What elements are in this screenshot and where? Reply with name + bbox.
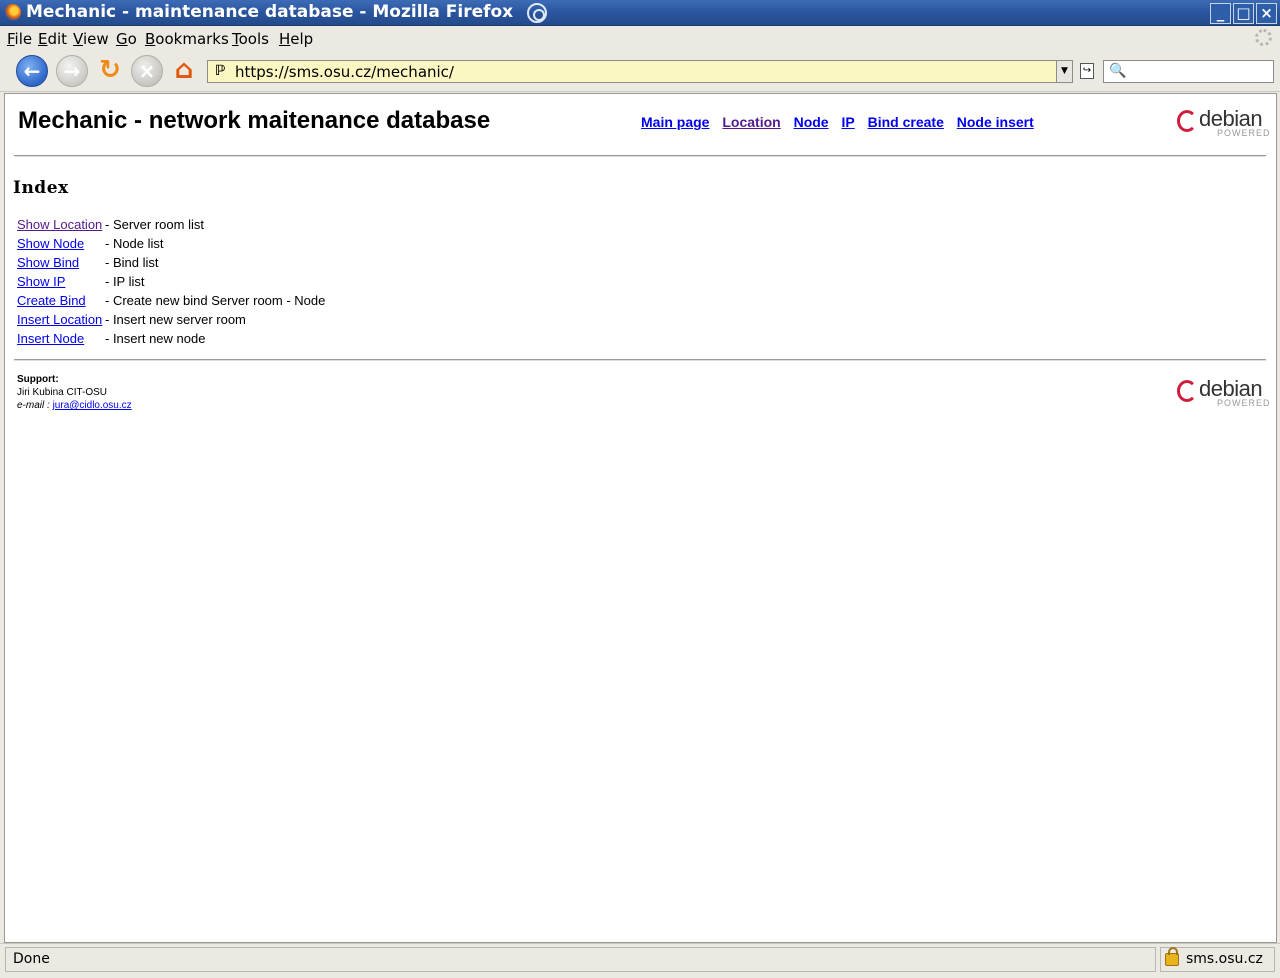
insert-location-link[interactable]: Insert Location xyxy=(17,312,102,327)
create-bind-link[interactable]: Create Bind xyxy=(17,293,86,308)
menu-edit[interactable]: Edit xyxy=(38,30,67,48)
go-button[interactable]: ↪ xyxy=(1080,63,1094,79)
url-history-dropdown-icon[interactable]: ▼ xyxy=(1056,61,1072,82)
link-description: - Node list xyxy=(105,236,164,251)
support-label: Support: xyxy=(17,374,59,385)
nav-main-page[interactable]: Main page xyxy=(641,114,709,130)
link-description: - Create new bind Server room - Node xyxy=(105,293,326,308)
menu-view[interactable]: View xyxy=(73,30,109,48)
show-node-link[interactable]: Show Node xyxy=(17,236,84,251)
nav-node-insert[interactable]: Node insert xyxy=(957,114,1034,130)
show-location-link[interactable]: Show Location xyxy=(17,217,102,232)
home-icon[interactable]: ⌂ xyxy=(168,55,200,87)
support-email-link[interactable]: jura@cidlo.osu.cz xyxy=(53,400,132,411)
nav-ip[interactable]: IP xyxy=(841,114,854,130)
menu-help[interactable]: Help xyxy=(279,30,313,48)
link-description: - Server room list xyxy=(105,217,204,232)
menu-tools[interactable]: Tools xyxy=(232,30,269,48)
top-navigation: Main page Location Node IP Bind create N… xyxy=(641,114,1043,130)
secure-host: sms.osu.cz xyxy=(1186,951,1263,967)
show-ip-link[interactable]: Show IP xyxy=(17,274,65,289)
close-button[interactable]: × xyxy=(1256,3,1277,24)
sticky-window-icon[interactable] xyxy=(527,3,547,23)
menu-go[interactable]: Go xyxy=(116,30,137,48)
search-input[interactable] xyxy=(1132,62,1270,81)
window-title: Mechanic - maintenance database - Mozill… xyxy=(26,2,514,22)
insert-node-link[interactable]: Insert Node xyxy=(17,331,84,346)
status-text: Done xyxy=(5,947,1156,972)
url-input[interactable] xyxy=(235,62,1055,81)
search-engine-icon[interactable]: 🔍 xyxy=(1109,63,1126,79)
lock-icon[interactable] xyxy=(1165,947,1179,966)
stop-icon[interactable]: × xyxy=(131,55,163,87)
support-name: Jiri Kubina CIT-OSU xyxy=(17,387,108,398)
menu-bookmarks[interactable]: Bookmarks xyxy=(145,30,229,48)
show-bind-link[interactable]: Show Bind xyxy=(17,255,79,270)
index-heading: Index xyxy=(13,178,69,198)
page-content: Mechanic - network maitenance database M… xyxy=(4,93,1277,943)
menu-file[interactable]: File xyxy=(7,30,32,48)
link-description: - IP list xyxy=(105,274,145,289)
link-description: - Bind list xyxy=(105,255,159,270)
support-footer: Support: Jiri Kubina CIT-OSU e-mail : ju… xyxy=(17,373,132,412)
firefox-icon xyxy=(4,4,21,21)
link-description: - Insert new server room xyxy=(105,312,246,327)
nav-location[interactable]: Location xyxy=(722,114,780,130)
throbber-icon xyxy=(1255,29,1272,46)
link-description: - Insert new node xyxy=(105,331,206,346)
page-title: Mechanic - network maitenance database xyxy=(18,107,491,134)
site-favicon-icon: ℙ xyxy=(215,63,226,79)
minimize-button[interactable]: _ xyxy=(1210,3,1231,24)
url-bar[interactable]: ℙ ▼ xyxy=(207,60,1073,83)
nav-bind-create[interactable]: Bind create xyxy=(868,114,944,130)
debian-powered-logo-footer: debian POWERED xyxy=(1177,376,1270,408)
debian-swirl-icon xyxy=(1177,380,1197,402)
forward-arrow-icon[interactable]: → xyxy=(56,55,88,87)
window-titlebar[interactable]: Mechanic - maintenance database - Mozill… xyxy=(0,0,1280,26)
status-bar: Done sms.osu.cz xyxy=(0,943,1280,978)
divider xyxy=(14,359,1266,361)
security-indicator[interactable]: sms.osu.cz xyxy=(1160,947,1275,972)
menubar: File Edit View Go Bookmarks Tools Help xyxy=(0,26,1280,50)
back-arrow-icon[interactable]: ← xyxy=(16,55,48,87)
email-label: e-mail : xyxy=(17,400,50,411)
nav-node[interactable]: Node xyxy=(794,114,829,130)
divider xyxy=(14,155,1266,157)
reload-icon[interactable]: ↻ xyxy=(94,55,126,87)
debian-powered-logo: debian POWERED xyxy=(1177,106,1270,138)
search-box[interactable]: 🔍 xyxy=(1103,60,1274,83)
maximize-button[interactable]: □ xyxy=(1233,3,1254,24)
debian-swirl-icon xyxy=(1177,110,1197,132)
